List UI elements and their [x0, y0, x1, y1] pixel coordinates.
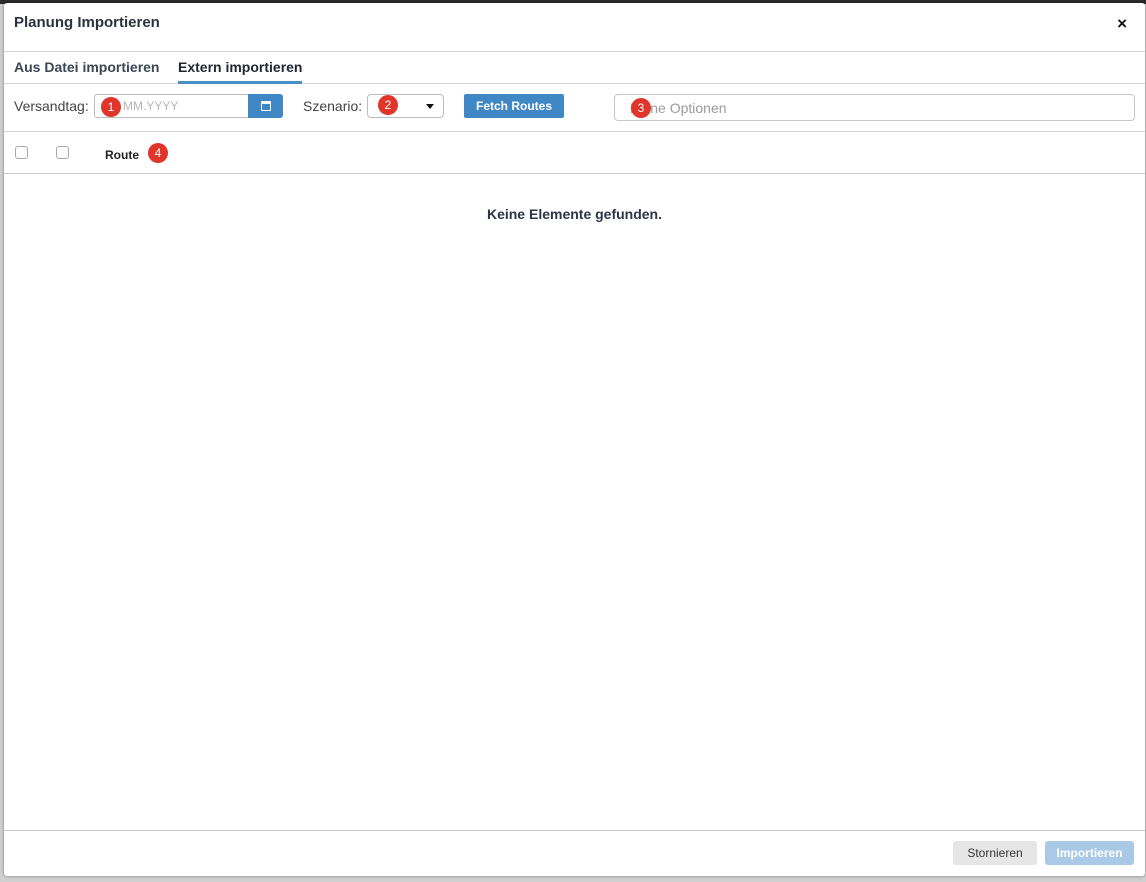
tab-aus-datei-importieren[interactable]: Aus Datei importieren	[14, 59, 159, 84]
tab-bar: Aus Datei importieren Extern importieren	[4, 52, 1145, 84]
versandtag-label: Versandtag:	[14, 98, 89, 114]
row-select-checkbox[interactable]	[56, 146, 69, 159]
calendar-icon	[260, 101, 271, 111]
dialog-footer: Stornieren Importieren	[4, 830, 1145, 876]
annotation-marker-2: 2	[378, 95, 398, 115]
table-header: Route 4	[4, 132, 1145, 174]
select-all-checkbox[interactable]	[15, 146, 28, 159]
import-button[interactable]: Importieren	[1045, 841, 1134, 865]
cancel-button[interactable]: Stornieren	[953, 841, 1037, 865]
options-multiselect[interactable]: Keine Optionen	[614, 94, 1135, 121]
column-header-route[interactable]: Route	[105, 148, 139, 162]
tab-extern-importieren[interactable]: Extern importieren	[178, 59, 303, 84]
import-dialog: Planung Importieren × Aus Datei importie…	[4, 3, 1145, 876]
annotation-marker-3: 3	[631, 98, 651, 118]
dialog-header: Planung Importieren ×	[4, 3, 1145, 52]
close-icon[interactable]: ×	[1117, 15, 1127, 32]
chevron-down-icon	[426, 104, 434, 109]
annotation-marker-4: 4	[148, 143, 168, 163]
empty-state-message: Keine Elemente gefunden.	[486, 206, 663, 222]
filter-toolbar: Versandtag: MM.YYYY 1 Szenario: 2 Fetch …	[4, 84, 1145, 132]
fetch-routes-button[interactable]: Fetch Routes	[464, 94, 564, 118]
annotation-marker-1: 1	[101, 97, 121, 117]
dialog-title: Planung Importieren	[14, 14, 160, 31]
calendar-button[interactable]	[248, 94, 283, 118]
szenario-label: Szenario:	[303, 98, 363, 114]
